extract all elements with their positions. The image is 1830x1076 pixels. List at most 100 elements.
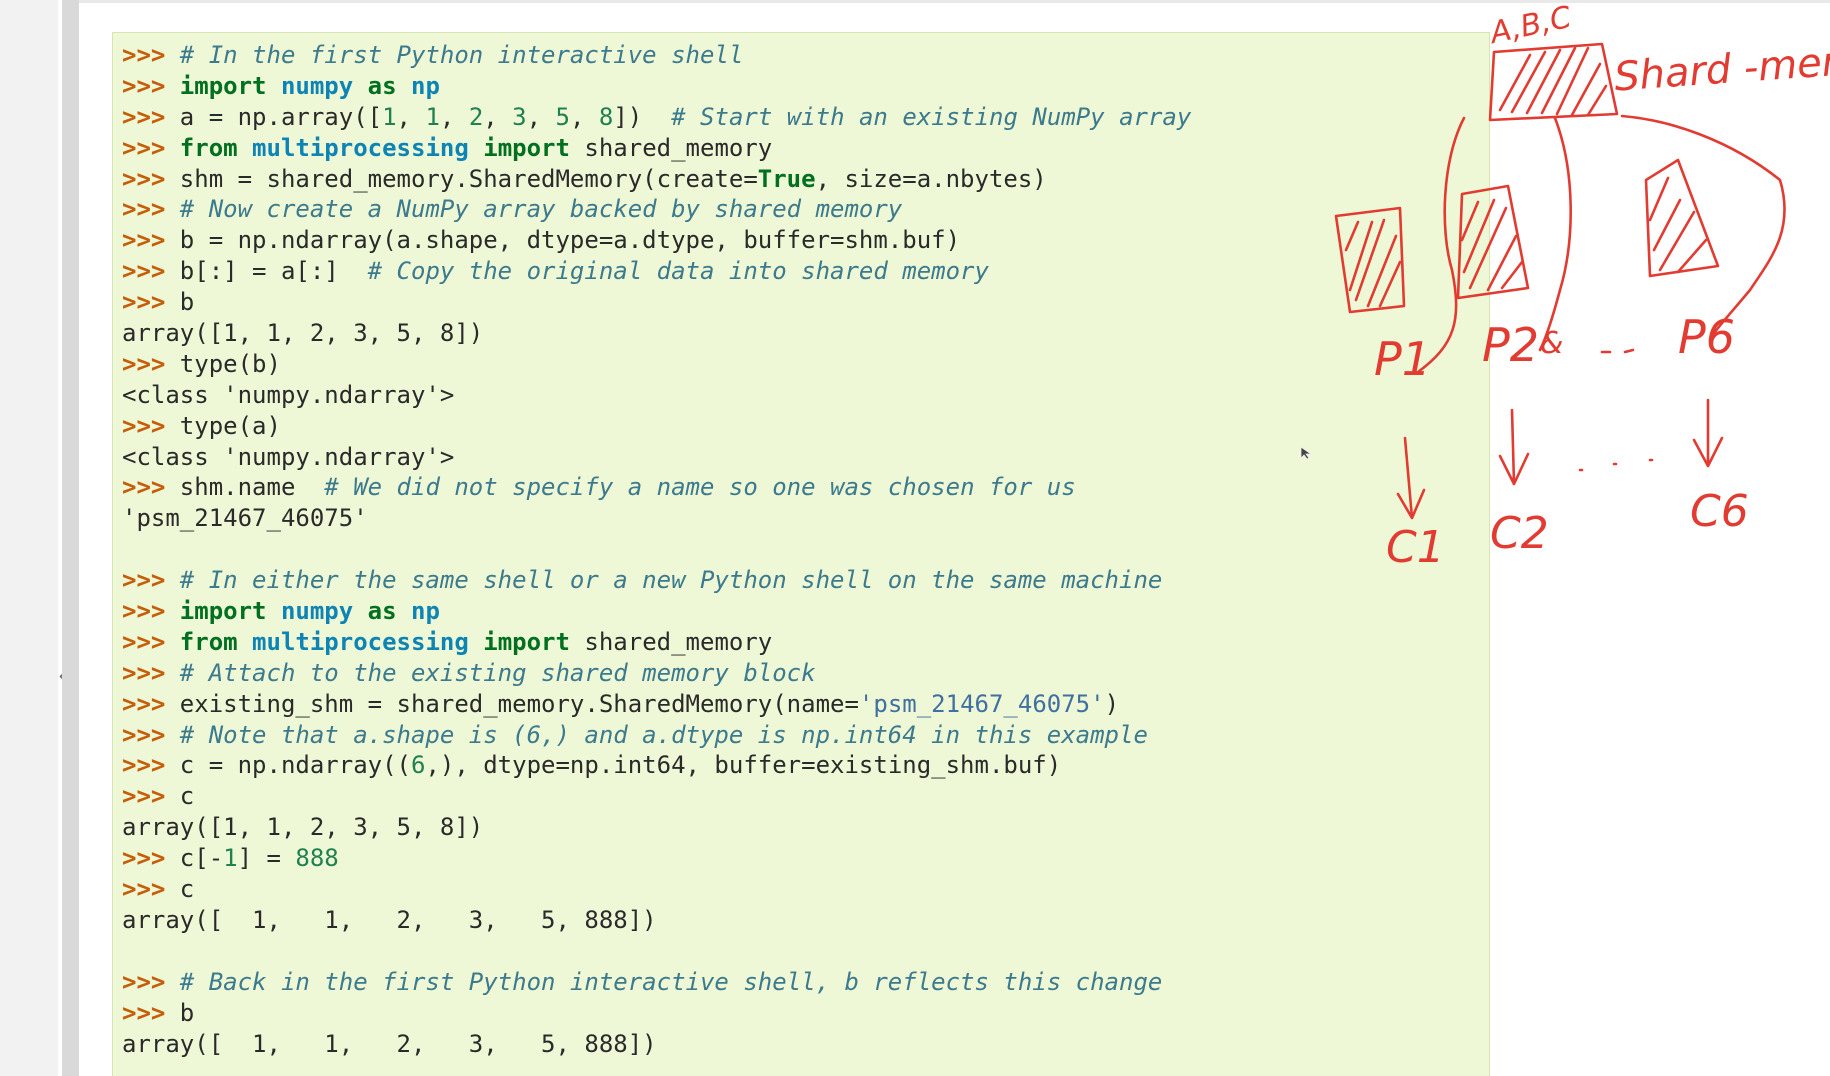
code-token: b — [179, 288, 195, 317]
code-token: type(b) — [179, 349, 281, 378]
code-line: >>> shm = shared_memory.SharedMemory(cre… — [122, 164, 1191, 195]
code-token: multiprocessing — [252, 133, 469, 162]
code-line: array([ 1, 1, 2, 3, 5, 888]) — [122, 905, 1191, 936]
prompt-token: >>> — [122, 782, 180, 811]
prompt-token: >>> — [122, 257, 180, 286]
prompt-token: >>> — [122, 411, 180, 440]
code-token: ] = — [237, 844, 296, 873]
prompt-token: >>> — [122, 720, 180, 749]
comment-token: # In either the same shell or a new Pyth… — [179, 566, 1163, 595]
prompt-token: >>> — [122, 71, 180, 100]
code-line: >>> b — [122, 287, 1191, 318]
scrollbar-track[interactable] — [62, 0, 79, 1076]
code-line: >>> # Note that a.shape is (6,) and a.dt… — [122, 720, 1191, 751]
code-token: as — [367, 597, 397, 626]
comment-token: # Now create a NumPy array backed by sha… — [179, 195, 903, 224]
code-token: c = np.ndarray(( — [179, 751, 411, 780]
mouse-cursor-icon — [1300, 446, 1313, 460]
code-line: >>> # Now create a NumPy array backed by… — [122, 194, 1191, 225]
prompt-token: >>> — [122, 195, 180, 224]
code-token: as — [367, 71, 397, 100]
process-label-p2-suffix: & — [1540, 326, 1564, 361]
code-line: >>> c = np.ndarray((6,), dtype=np.int64,… — [122, 750, 1191, 781]
code-line: >>> b — [122, 998, 1191, 1029]
arrow-p6-c6 — [1692, 398, 1724, 468]
prompt-token: >>> — [122, 597, 180, 626]
consumer-label-c2: C2 — [1490, 508, 1549, 559]
code-line: 'psm_21467_46075' — [122, 503, 1191, 534]
code-line: >>> # Back in the first Python interacti… — [122, 967, 1191, 998]
code-line: array([1, 1, 2, 3, 5, 8]) — [122, 812, 1191, 843]
code-line: >>> type(a) — [122, 411, 1191, 442]
code-token: numpy — [280, 597, 354, 626]
code-token: b = np.ndarray(a.shape, dtype=a.dtype, b… — [179, 226, 961, 255]
code-line: >>> c[-1] = 888 — [122, 843, 1191, 874]
code-token: existing_shm = shared_memory.SharedMemor… — [179, 689, 859, 718]
code-token: 1 — [382, 102, 397, 131]
code-token: array([ 1, 1, 2, 3, 5, 888]) — [122, 1029, 657, 1058]
shared-memory-label: Shard -mem — [1612, 37, 1830, 101]
code-token: , — [569, 102, 599, 131]
prompt-token: >>> — [122, 658, 180, 687]
prompt-token: >>> — [122, 288, 180, 317]
code-token: 8 — [598, 102, 614, 131]
process-label-p6: P6 — [1678, 310, 1736, 364]
code-token: c — [179, 782, 195, 811]
code-line: >>> c — [122, 874, 1191, 905]
code-line: array([ 1, 1, 2, 3, 5, 888]) — [122, 1029, 1191, 1060]
prompt-token: >>> — [122, 41, 180, 69]
code-token: , — [396, 102, 426, 131]
prompt-token: >>> — [122, 689, 180, 718]
code-token: array([ 1, 1, 2, 3, 5, 888]) — [122, 905, 657, 934]
shared-memory-hatch — [1498, 46, 1608, 117]
code-token: shm.name — [179, 473, 325, 502]
code-line: >>> type(b) — [122, 349, 1191, 380]
code-token: <class 'numpy.ndarray'> — [122, 380, 455, 409]
code-token: 'psm_21467_46075' — [858, 689, 1105, 718]
comment-token: # Start with an existing NumPy array — [671, 102, 1192, 131]
comment-token: # Copy the original data into shared mem… — [367, 257, 989, 286]
code-line: >>> b[:] = a[:] # Copy the original data… — [122, 256, 1191, 287]
code-line: >>> from multiprocessing import shared_m… — [122, 627, 1191, 658]
code-token: c — [179, 875, 195, 904]
code-token: shared_memory — [569, 627, 773, 656]
code-token: , — [526, 102, 556, 131]
code-token: multiprocessing — [252, 627, 469, 656]
arrow-p2-c2 — [1498, 408, 1530, 486]
prompt-token: >>> — [122, 133, 180, 162]
code-token: shm = shared_memory.SharedMemory(create= — [179, 164, 758, 193]
right-branch-line — [1620, 114, 1786, 342]
code-token: <class 'numpy.ndarray'> — [122, 442, 455, 471]
prompt-token: >>> — [122, 102, 180, 131]
prompt-token: >>> — [122, 627, 180, 656]
code-token: import — [483, 627, 570, 656]
prompt-token: >>> — [122, 751, 180, 780]
code-line: >>> # In either the same shell or a new … — [122, 565, 1191, 596]
code-line: array([1, 1, 2, 3, 5, 8]) — [122, 318, 1191, 349]
prompt-token: >>> — [122, 349, 180, 378]
prompt-token: >>> — [122, 998, 180, 1027]
code-token: type(a) — [179, 411, 281, 440]
code-line: >>> existing_shm = shared_memory.SharedM… — [122, 689, 1191, 720]
code-line: >>> import numpy as np — [122, 596, 1191, 627]
code-line: >>> shm.name # We did not specify a name… — [122, 472, 1191, 503]
code-token: 888 — [295, 844, 339, 873]
code-token: ,), dtype=np.int64, buffer=existing_shm.… — [425, 751, 1062, 780]
ellipsis-dots — [1578, 458, 1654, 472]
comment-token: # Attach to the existing shared memory b… — [179, 658, 816, 687]
code-token: import — [179, 71, 267, 100]
code-token: 1 — [223, 844, 238, 873]
code-token: , — [483, 102, 513, 131]
code-token: numpy — [280, 71, 354, 100]
dashes-p2-p6 — [1600, 348, 1635, 354]
code-line: >>> from multiprocessing import shared_m… — [122, 133, 1191, 164]
code-token: c[- — [179, 844, 224, 873]
code-token: 2 — [468, 102, 484, 131]
code-line: >>> import numpy as np — [122, 71, 1191, 102]
